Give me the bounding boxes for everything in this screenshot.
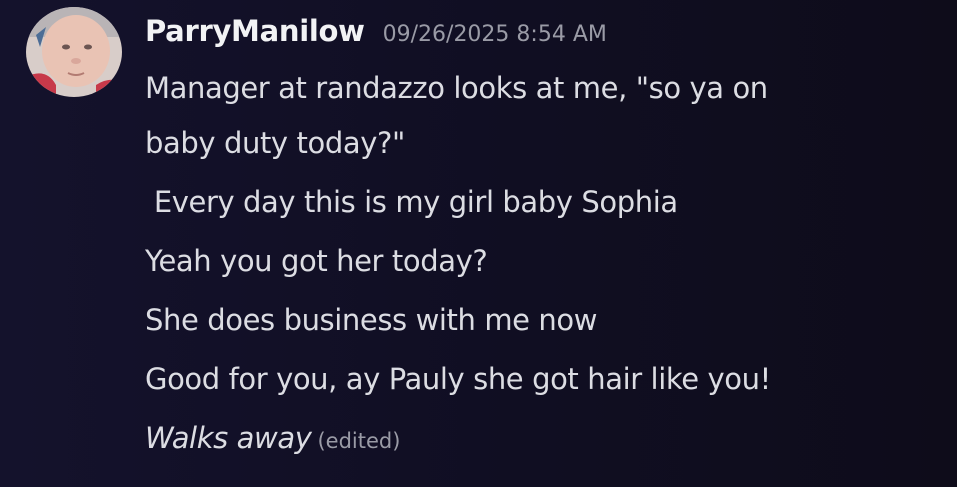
action-text: Walks away <box>145 421 312 455</box>
message-line: Good for you, ay Pauly she got hair like… <box>145 362 771 396</box>
message-header: ParryManilow 09/26/2025 8:54 AM <box>145 14 607 58</box>
username[interactable]: ParryManilow <box>145 14 365 48</box>
message-line: She does business with me now <box>145 303 598 337</box>
message-line: Manager at randazzo looks at me, "so ya … <box>145 71 768 105</box>
avatar[interactable] <box>26 7 122 97</box>
edited-label: (edited) <box>317 429 401 453</box>
timestamp[interactable]: 09/26/2025 8:54 AM <box>383 22 607 47</box>
message-line: Every day this is my girl baby Sophia <box>145 185 678 219</box>
message-line: baby duty today?" <box>145 126 405 160</box>
message-content: Manager at randazzo looks at me, "so ya … <box>145 62 945 468</box>
message-line: Yeah you got her today? <box>145 244 488 278</box>
chat-message: ParryManilow 09/26/2025 8:54 AM Manager … <box>0 0 957 487</box>
message-line-action: Walks away (edited) <box>145 409 945 468</box>
baby-photo-avatar-image <box>26 7 122 97</box>
